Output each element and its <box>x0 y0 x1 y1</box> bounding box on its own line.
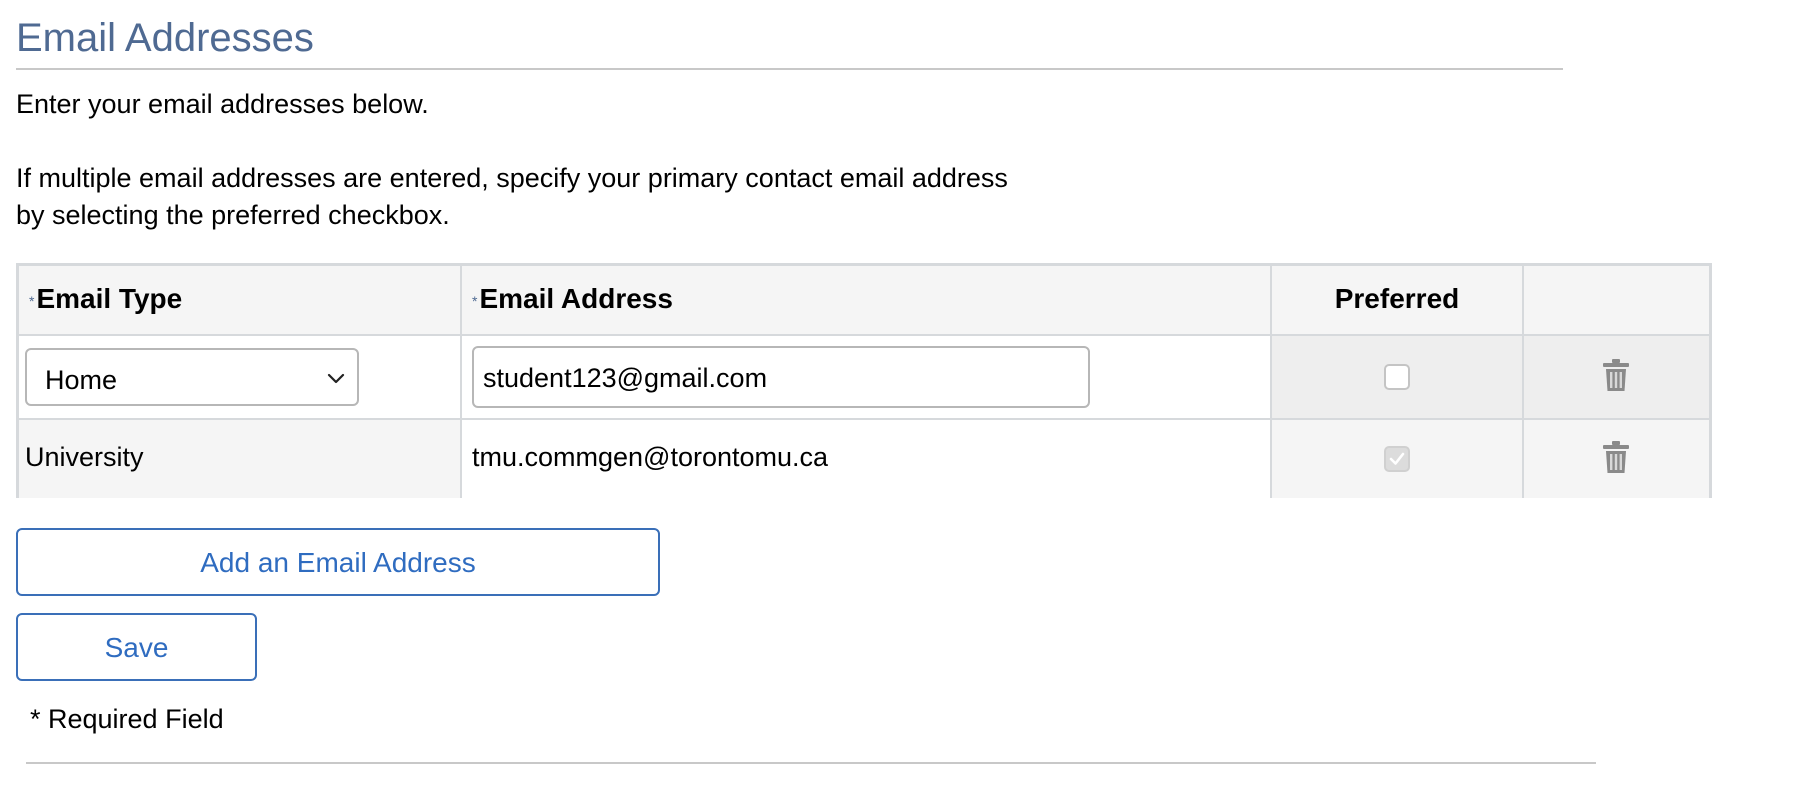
delete-cell <box>1522 336 1709 418</box>
email-type-value: University <box>25 442 144 472</box>
column-header-email-type-label: Email Type <box>36 283 183 314</box>
header-cell-delete <box>1522 266 1709 334</box>
trash-icon[interactable] <box>1602 440 1630 474</box>
bottom-divider <box>26 762 1596 764</box>
email-type-cell: University <box>19 420 460 498</box>
save-button[interactable]: Save <box>16 613 257 681</box>
header-cell-email-address: *Email Address <box>460 266 1270 334</box>
email-type-cell: Home <box>19 336 460 418</box>
email-address-input[interactable]: student123@gmail.com <box>472 346 1090 408</box>
preferred-cell <box>1270 336 1522 418</box>
header-cell-email-type: *Email Type <box>19 266 460 334</box>
email-address-input-value: student123@gmail.com <box>483 363 768 393</box>
chevron-down-icon <box>327 373 345 384</box>
table-row: University tmu.commgen@torontomu.ca <box>19 420 1709 498</box>
intro-text: Enter your email addresses below. <box>16 89 429 119</box>
delete-cell <box>1522 420 1709 498</box>
email-address-grid: *Email Type *Email Address Preferred Hom… <box>16 263 1712 498</box>
page-title: Email Addresses <box>16 16 314 60</box>
required-field-note: * Required Field <box>30 704 224 734</box>
instructions-text: If multiple email addresses are entered,… <box>16 163 1008 230</box>
checkmark-icon <box>1389 452 1405 465</box>
column-header-email-address: *Email Address <box>472 282 673 318</box>
column-header-preferred: Preferred <box>1334 283 1460 314</box>
column-header-email-address-label: Email Address <box>479 283 673 314</box>
email-type-select[interactable]: Home <box>25 348 359 406</box>
column-header-email-type: *Email Type <box>29 282 182 318</box>
preferred-checkbox[interactable] <box>1384 364 1410 390</box>
add-email-address-button[interactable]: Add an Email Address <box>16 528 660 596</box>
email-address-cell: tmu.commgen@torontomu.ca <box>460 420 1270 498</box>
title-divider <box>16 68 1563 70</box>
trash-icon[interactable] <box>1602 358 1630 392</box>
email-address-value: tmu.commgen@torontomu.ca <box>472 442 829 472</box>
required-marker: * <box>472 292 478 309</box>
required-marker: * <box>29 292 35 309</box>
preferred-checkbox-checked <box>1384 446 1410 472</box>
preferred-cell <box>1270 420 1522 498</box>
grid-header-row: *Email Type *Email Address Preferred <box>19 266 1709 336</box>
header-cell-preferred: Preferred <box>1270 266 1522 334</box>
email-address-cell: student123@gmail.com <box>460 336 1270 418</box>
email-type-select-value: Home <box>45 365 118 395</box>
table-row: Home student123@gmail.com <box>19 336 1709 420</box>
